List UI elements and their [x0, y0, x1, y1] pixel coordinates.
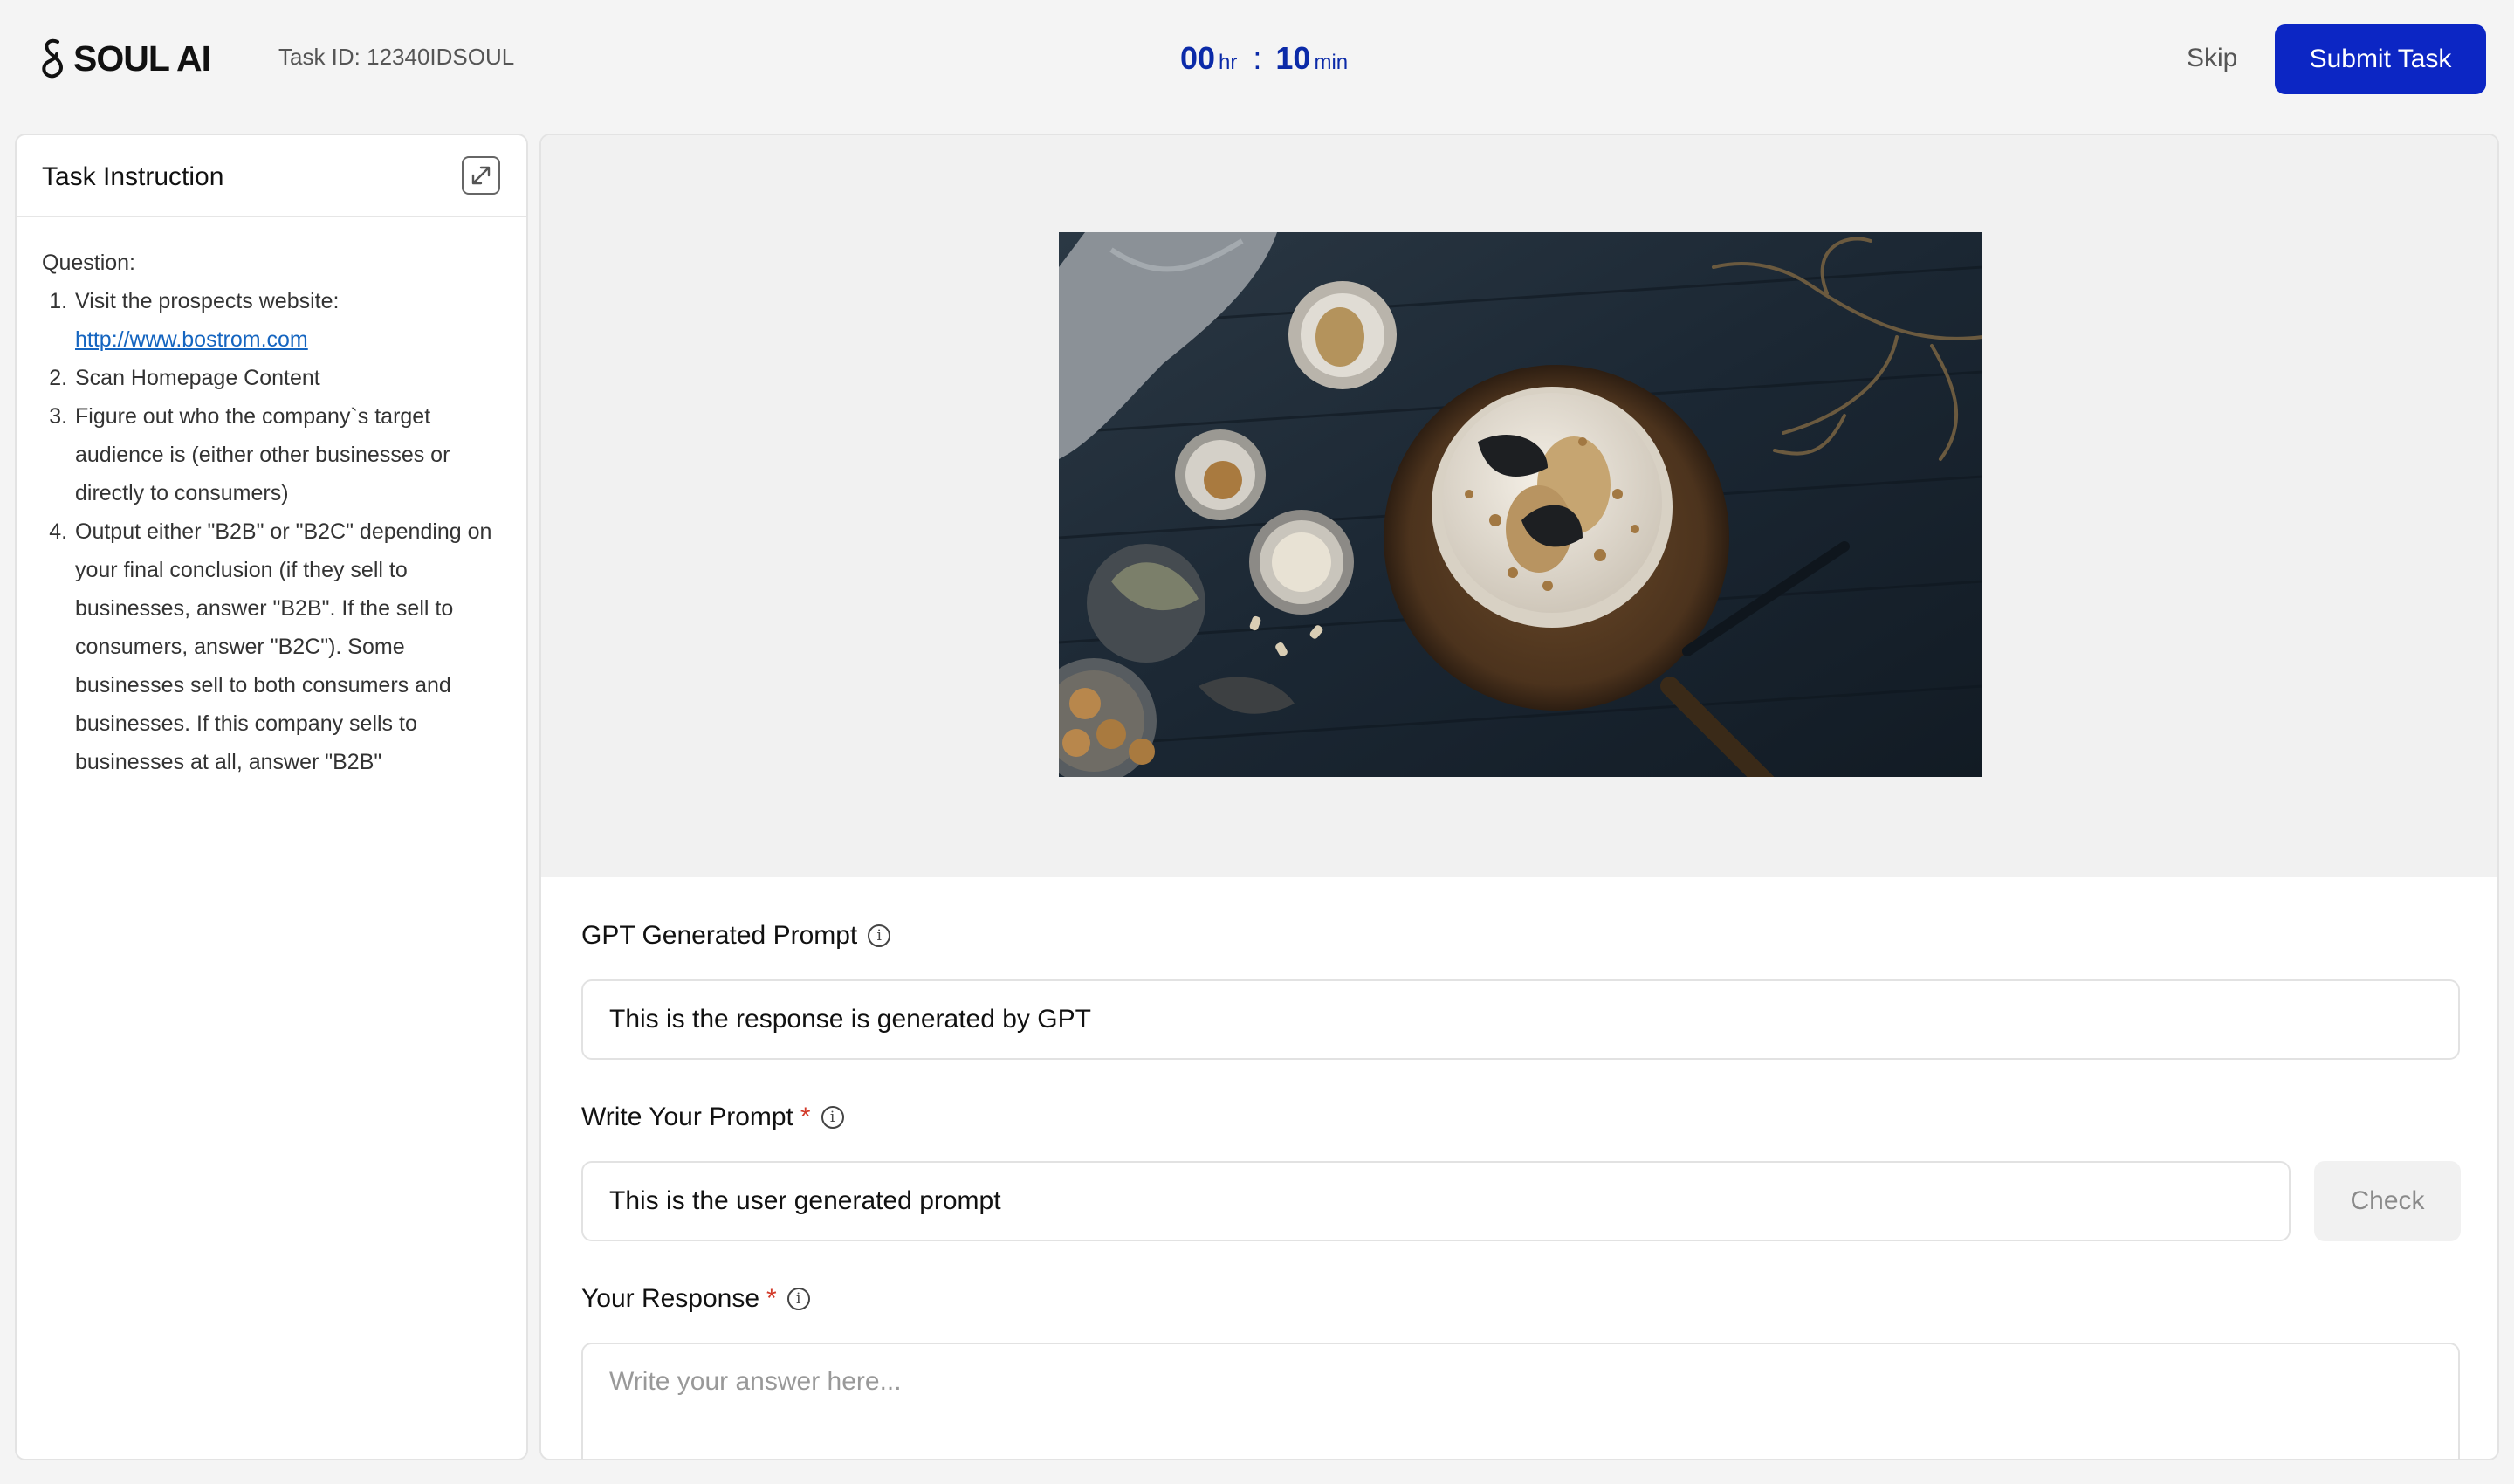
soul-ai-logo: SOUL AI: [38, 37, 211, 80]
timer-hours: 00: [1180, 40, 1216, 76]
info-icon[interactable]: i: [786, 1288, 810, 1310]
user-prompt-input[interactable]: This is the user generated prompt: [581, 1161, 2291, 1241]
expand-icon: [471, 166, 491, 185]
timer-minutes-unit: min: [1314, 51, 1349, 74]
step-item: Output either "B2B" or "B2C" depending o…: [73, 512, 501, 781]
check-button[interactable]: Check: [2314, 1161, 2461, 1241]
gpt-generated-prompt-field[interactable]: This is the response is generated by GPT: [581, 979, 2460, 1060]
instruction-steps: Visit the prospects website: http://www.…: [42, 282, 501, 781]
step-item: Scan Homepage Content: [73, 359, 501, 397]
step-item: Figure out who the company`s target audi…: [73, 397, 501, 512]
countdown-timer: 00 hr : 10 min: [1180, 40, 1348, 77]
task-workspace: GPT Generated Prompt i This is the respo…: [539, 134, 2499, 1460]
skip-button[interactable]: Skip: [2187, 44, 2237, 73]
info-icon[interactable]: i: [868, 924, 891, 947]
instruction-header: Task Instruction: [17, 135, 526, 217]
expand-button[interactable]: [462, 156, 500, 195]
logo-text: SOUL AI: [73, 38, 211, 79]
instruction-title: Task Instruction: [42, 162, 224, 191]
prospect-website-link[interactable]: http://www.bostrom.com: [75, 327, 308, 352]
timer-hours-unit: hr: [1219, 51, 1238, 74]
user-prompt-label-text: Write Your Prompt: [581, 1103, 793, 1131]
response-textarea[interactable]: Write your answer here...: [581, 1343, 2460, 1459]
logo-mark-icon: [42, 38, 63, 79]
user-prompt-label: Write Your Prompt * i: [581, 1103, 844, 1132]
gpt-prompt-label-text: GPT Generated Prompt: [581, 921, 858, 950]
response-label-text: Your Response: [581, 1284, 760, 1313]
task-instruction-panel: Task Instruction Question: Visit the pro…: [15, 134, 528, 1460]
step-text: Visit the prospects website:: [75, 289, 340, 313]
instruction-body: Question: Visit the prospects website: h…: [17, 217, 526, 781]
gpt-prompt-label: GPT Generated Prompt i: [581, 921, 891, 951]
step-item: Visit the prospects website: http://www.…: [73, 282, 501, 359]
info-icon[interactable]: i: [821, 1106, 844, 1129]
task-id: Task ID: 12340IDSOUL: [278, 44, 515, 70]
image-viewer: [541, 135, 2497, 877]
required-asterisk: *: [766, 1284, 777, 1313]
timer-separator: :: [1253, 40, 1262, 76]
top-bar: SOUL AI Task ID: 12340IDSOUL 00 hr : 10 …: [0, 0, 2514, 122]
response-label: Your Response * i: [581, 1284, 810, 1314]
question-label: Question:: [42, 251, 136, 275]
submit-task-button[interactable]: Submit Task: [2275, 24, 2486, 94]
timer-minutes: 10: [1275, 40, 1311, 76]
task-image: [1059, 232, 1982, 777]
required-asterisk: *: [800, 1103, 811, 1131]
